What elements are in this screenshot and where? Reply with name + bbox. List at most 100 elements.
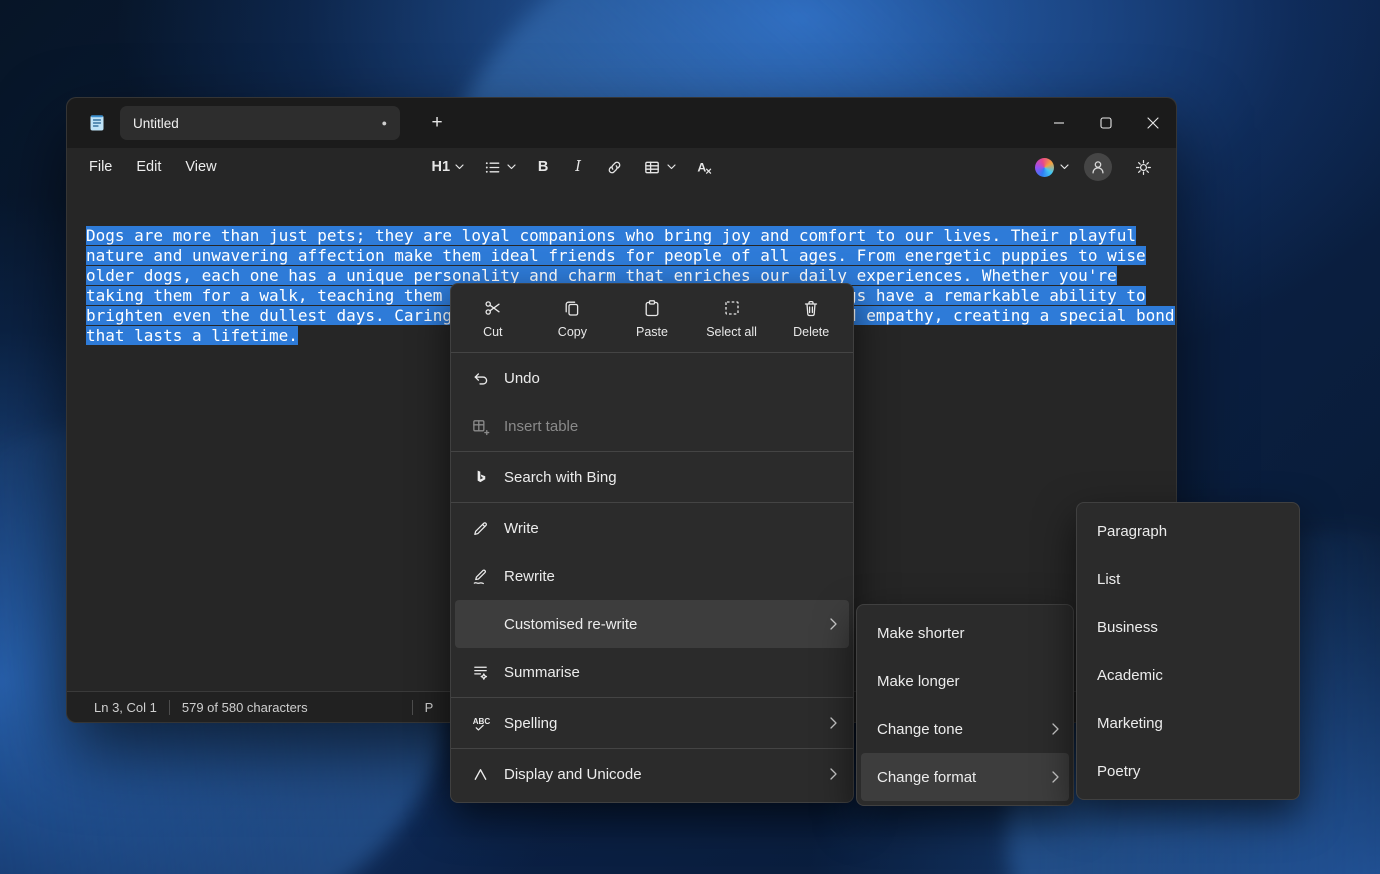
settings-button[interactable] xyxy=(1127,152,1160,182)
bing-icon xyxy=(469,468,491,487)
menu-item-spelling[interactable]: ABC Spelling xyxy=(455,699,849,747)
select-all-button[interactable]: Select all xyxy=(692,292,772,345)
formatting-toolbar: H1 B I xyxy=(425,152,722,182)
unsaved-indicator: ● xyxy=(382,119,387,128)
list-style-button[interactable] xyxy=(476,152,523,182)
chevron-down-icon xyxy=(667,164,676,170)
new-tab-button[interactable]: + xyxy=(422,108,452,138)
person-icon xyxy=(1089,158,1107,176)
close-button[interactable] xyxy=(1129,98,1176,148)
italic-label: I xyxy=(575,159,581,175)
menu-separator xyxy=(451,697,853,698)
menu-item-customised-re-write[interactable]: Customised re-write xyxy=(455,600,849,648)
menu-view[interactable]: View xyxy=(173,154,228,180)
undo-icon xyxy=(469,369,491,388)
submenu-item-marketing[interactable]: Marketing xyxy=(1081,699,1295,747)
notepad-app-icon xyxy=(87,113,107,133)
account-avatar[interactable] xyxy=(1084,153,1112,181)
menu-item-search-with-bing[interactable]: Search with Bing xyxy=(455,453,849,501)
select-all-icon xyxy=(722,298,742,318)
submenu-item-business[interactable]: Business xyxy=(1081,603,1295,651)
chevron-down-icon xyxy=(1060,164,1069,170)
selected-text: Dogs are more than just pets; they are l… xyxy=(86,226,1136,245)
menu-item-display-and-unicode[interactable]: Display and Unicode xyxy=(455,750,849,798)
menu-item-write[interactable]: Write xyxy=(455,504,849,552)
submenu-item-change-tone[interactable]: Change tone xyxy=(861,705,1069,753)
submenu-item-poetry[interactable]: Poetry xyxy=(1081,747,1295,795)
editor-line: Dogs are more than just pets; they are l… xyxy=(86,226,1160,246)
cut-button[interactable]: Cut xyxy=(453,292,533,345)
minimize-icon xyxy=(1053,117,1065,129)
heading-style-button[interactable]: H1 xyxy=(425,152,472,182)
pen-rewrite-icon xyxy=(469,567,491,586)
svg-text:ABC: ABC xyxy=(472,716,489,725)
chevron-right-icon xyxy=(1052,771,1059,783)
svg-text:A: A xyxy=(697,160,706,174)
menu-separator xyxy=(451,352,853,353)
menu-file[interactable]: File xyxy=(77,154,124,180)
maximize-icon xyxy=(1100,117,1112,129)
minimize-button[interactable] xyxy=(1035,98,1082,148)
status-divider xyxy=(412,700,413,715)
trash-icon xyxy=(801,298,821,318)
menu-separator xyxy=(451,748,853,749)
change-format-submenu: Paragraph List Business Academic Marketi… xyxy=(1076,502,1300,800)
toolbar-right-group xyxy=(1035,152,1160,182)
submenu-item-make-longer[interactable]: Make longer xyxy=(861,657,1069,705)
maximize-button[interactable] xyxy=(1082,98,1129,148)
selected-text: that lasts a lifetime. xyxy=(86,326,298,345)
chevron-right-icon xyxy=(830,768,837,780)
window-controls xyxy=(1035,98,1176,148)
chevron-right-icon xyxy=(1052,723,1059,735)
toolbar: File Edit View H1 B I xyxy=(67,148,1176,186)
menu-edit[interactable]: Edit xyxy=(124,154,173,180)
insert-table-icon xyxy=(469,417,491,436)
link-button[interactable] xyxy=(598,152,631,182)
gear-icon xyxy=(1134,158,1153,177)
copy-button[interactable]: Copy xyxy=(533,292,613,345)
context-menu-quick-actions: Cut Copy Paste Select all xyxy=(451,284,853,351)
menu-item-undo[interactable]: Undo xyxy=(455,354,849,402)
clear-formatting-icon: A xyxy=(695,158,714,177)
paste-button[interactable]: Paste xyxy=(612,292,692,345)
menu-separator xyxy=(451,502,853,503)
menu-item-summarise[interactable]: Summarise xyxy=(455,648,849,696)
bold-button[interactable]: B xyxy=(528,152,558,182)
summarise-icon xyxy=(469,663,491,682)
pencil-icon xyxy=(469,519,491,538)
cursor-position: Ln 3, Col 1 xyxy=(94,700,157,715)
copilot-icon xyxy=(1035,158,1054,177)
table-button[interactable] xyxy=(636,152,683,182)
caret-glyph-icon xyxy=(469,765,491,784)
clear-formatting-button[interactable]: A xyxy=(688,152,721,182)
submenu-item-list[interactable]: List xyxy=(1081,555,1295,603)
submenu-item-change-format[interactable]: Change format xyxy=(861,753,1069,801)
submenu-item-paragraph[interactable]: Paragraph xyxy=(1081,507,1295,555)
link-icon xyxy=(605,158,624,177)
character-count: 579 of 580 characters xyxy=(182,700,308,715)
tab-title: Untitled xyxy=(133,116,382,131)
delete-button[interactable]: Delete xyxy=(771,292,851,345)
submenu-item-academic[interactable]: Academic xyxy=(1081,651,1295,699)
status-partial-item: P xyxy=(425,700,434,715)
chevron-right-icon xyxy=(830,717,837,729)
status-divider xyxy=(169,700,170,715)
bold-label: B xyxy=(538,159,548,175)
spellcheck-icon: ABC xyxy=(469,714,491,733)
clipboard-icon xyxy=(642,298,662,318)
tab-untitled[interactable]: Untitled ● xyxy=(120,106,400,140)
paste-label: Paste xyxy=(636,325,668,339)
rewrite-submenu: Make shorter Make longer Change tone Cha… xyxy=(856,604,1074,806)
scissors-icon xyxy=(483,298,503,318)
titlebar: Untitled ● + xyxy=(67,98,1176,148)
selected-text: nature and unwavering affection make the… xyxy=(86,246,1146,265)
select-all-label: Select all xyxy=(706,325,757,339)
menu-item-rewrite[interactable]: Rewrite xyxy=(455,552,849,600)
italic-button[interactable]: I xyxy=(563,152,593,182)
submenu-item-make-shorter[interactable]: Make shorter xyxy=(861,609,1069,657)
menu-item-insert-table: Insert table xyxy=(455,402,849,450)
menu-separator xyxy=(451,451,853,452)
chevron-down-icon xyxy=(507,164,516,170)
delete-label: Delete xyxy=(793,325,829,339)
copilot-button[interactable] xyxy=(1035,158,1069,177)
